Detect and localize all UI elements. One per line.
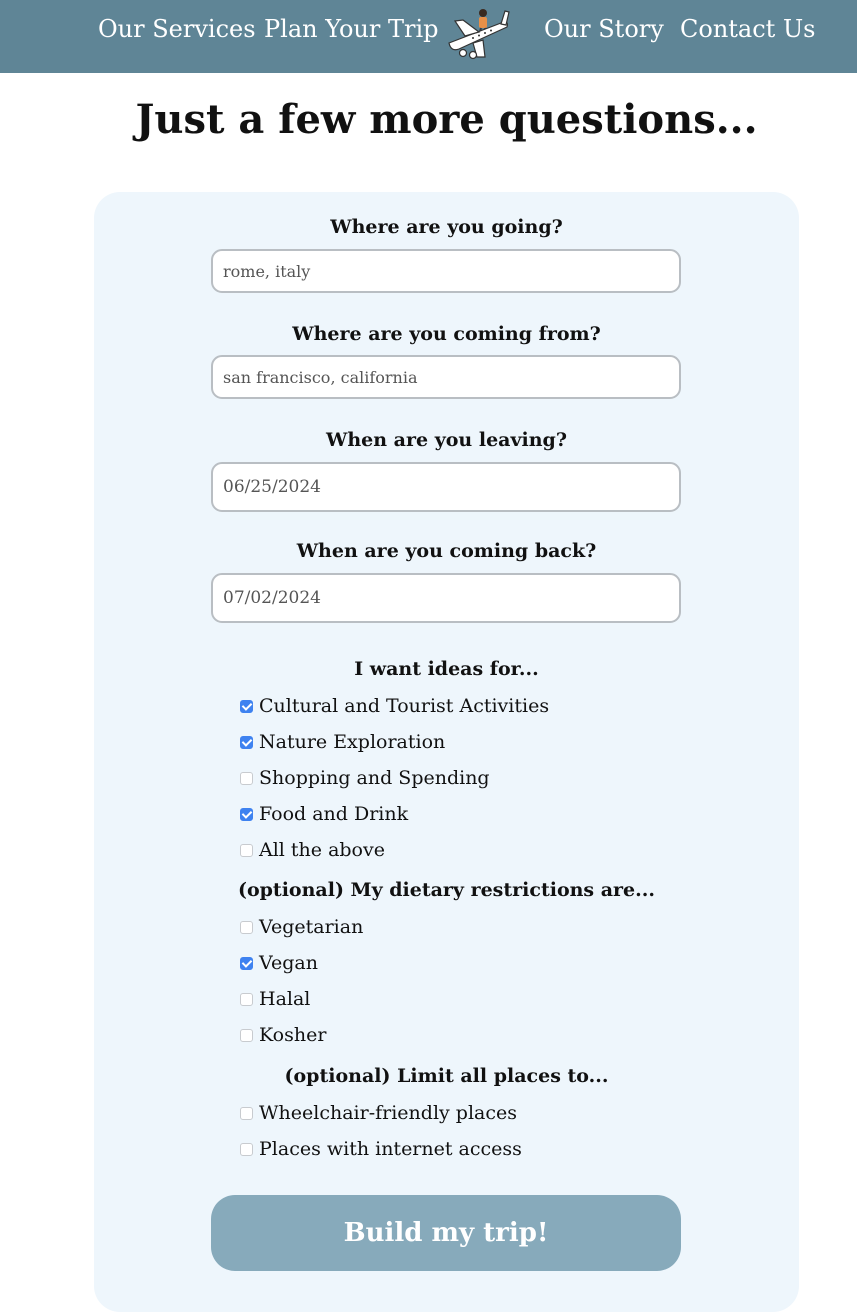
option-label: Nature Exploration (259, 731, 446, 753)
checkbox[interactable] (240, 920, 253, 934)
idea-option-nature[interactable]: Nature Exploration (240, 729, 445, 755)
idea-option-all[interactable]: All the above (240, 837, 385, 863)
option-label: Food and Drink (259, 803, 409, 825)
diet-option-vegan[interactable]: Vegan (240, 950, 318, 976)
option-label: All the above (259, 839, 385, 861)
nav-link-plan-your-trip[interactable]: Plan Your Trip (264, 14, 439, 44)
limit-option-wheelchair[interactable]: Wheelchair-friendly places (240, 1100, 517, 1126)
option-label: Cultural and Tourist Activities (259, 695, 550, 717)
airplane-logo-icon[interactable] (443, 3, 513, 61)
checkbox[interactable] (240, 992, 253, 1006)
diet-option-vegetarian[interactable]: Vegetarian (240, 914, 363, 940)
checkbox[interactable] (240, 807, 253, 821)
return-date-input[interactable] (211, 573, 681, 623)
nav-link-our-story[interactable]: Our Story (544, 14, 664, 44)
checkbox[interactable] (240, 956, 253, 970)
checkbox[interactable] (240, 843, 253, 857)
limit-option-internet[interactable]: Places with internet access (240, 1136, 522, 1162)
diet-option-halal[interactable]: Halal (240, 986, 310, 1012)
option-label: Places with internet access (259, 1138, 522, 1160)
checkbox[interactable] (240, 1106, 253, 1120)
diet-title: (optional) My dietary restrictions are..… (237, 879, 655, 901)
option-label: Wheelchair-friendly places (259, 1102, 518, 1124)
idea-option-food[interactable]: Food and Drink (240, 801, 408, 827)
destination-label: Where are you going? (330, 216, 563, 238)
checkbox[interactable] (240, 1028, 253, 1042)
origin-label: Where are you coming from? (292, 323, 601, 345)
page-title: Just a few more questions... (135, 96, 758, 143)
diet-option-kosher[interactable]: Kosher (240, 1022, 326, 1048)
ideas-title: I want ideas for... (354, 658, 539, 680)
nav-link-our-services[interactable]: Our Services (98, 14, 256, 44)
checkbox[interactable] (240, 1142, 253, 1156)
top-navbar: Our Services Plan Your Trip Our Story Co… (0, 0, 857, 73)
option-label: Kosher (259, 1024, 327, 1046)
checkbox[interactable] (240, 699, 253, 713)
nav-link-contact-us[interactable]: Contact Us (680, 14, 815, 44)
depart-date-input[interactable] (211, 462, 681, 512)
checkbox[interactable] (240, 735, 253, 749)
checkbox[interactable] (240, 771, 253, 785)
return-date-label: When are you coming back? (296, 540, 597, 562)
destination-input[interactable] (211, 249, 681, 293)
option-label: Shopping and Spending (259, 767, 490, 789)
depart-date-label: When are you leaving? (326, 429, 567, 451)
idea-option-shopping[interactable]: Shopping and Spending (240, 765, 490, 791)
option-label: Vegetarian (259, 916, 364, 938)
option-label: Halal (259, 988, 311, 1010)
option-label: Vegan (259, 952, 318, 974)
origin-input[interactable] (211, 355, 681, 399)
limits-title: (optional) Limit all places to... (284, 1065, 609, 1087)
build-trip-button[interactable]: Build my trip! (211, 1195, 681, 1271)
idea-option-cultural[interactable]: Cultural and Tourist Activities (240, 693, 549, 719)
